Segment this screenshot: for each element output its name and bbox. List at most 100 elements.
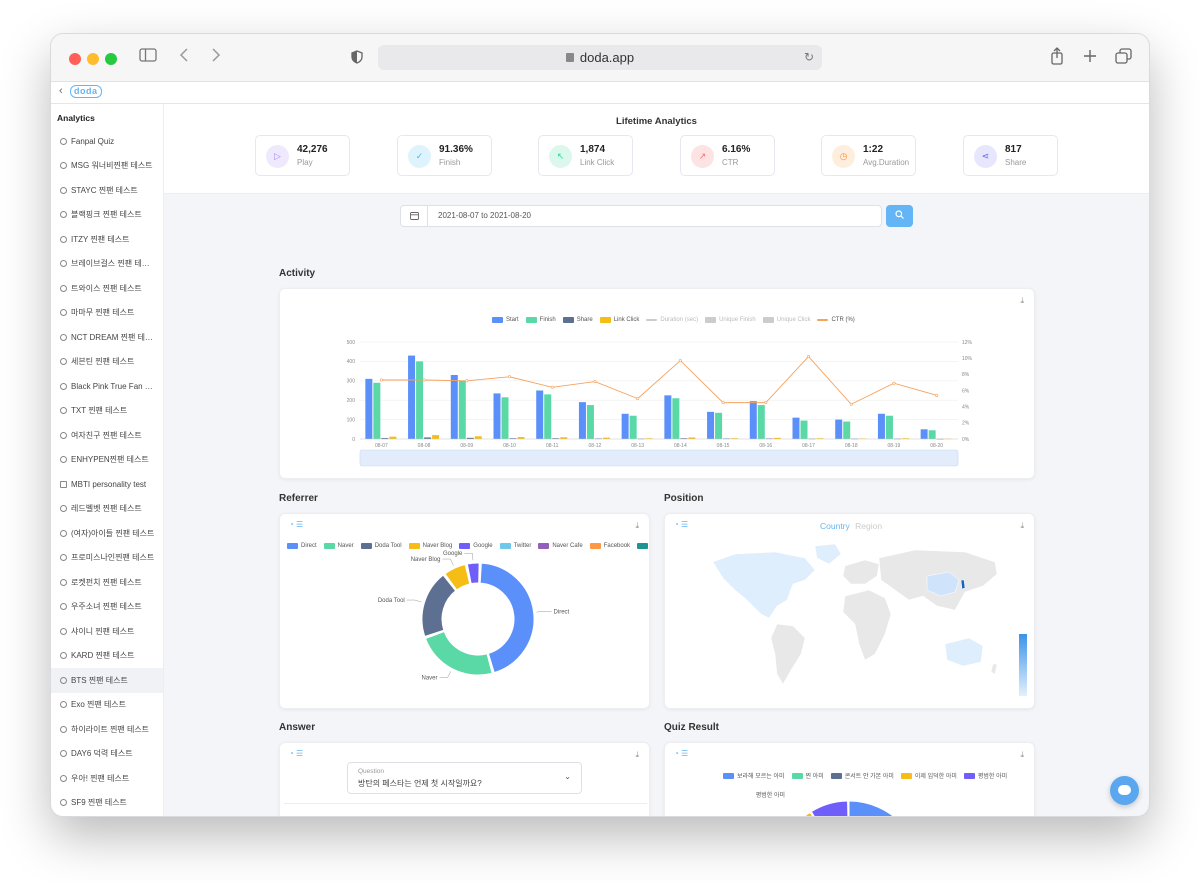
zoom-window-button[interactable] [105,53,117,65]
sidebar-item[interactable]: 샤이니 찐팬 테스트 [51,619,163,644]
date-range-picker[interactable]: 2021-08-07 to 2021-08-20 [400,205,882,227]
ctr-point [764,401,768,405]
sidebar-item[interactable]: NCT DREAM 찐팬 테… [51,325,163,350]
sidebar-item[interactable]: SF9 찐팬 테스트 [51,791,163,816]
sidebar-item[interactable]: KARD 찐팬 테스트 [51,644,163,669]
sidebar-item[interactable]: 프로미스나인찐팬 테스트 [51,546,163,571]
bar [373,382,381,439]
pie-slice [810,800,849,816]
search-button[interactable] [886,205,913,227]
close-window-button[interactable] [69,53,81,65]
bar [749,401,757,439]
sidebar-item[interactable]: 로켓펀치 찐팬 테스트 [51,570,163,595]
bar [493,393,501,439]
check-circle-icon [60,358,67,366]
bar [536,390,544,439]
sidebar-item-label: 세븐틴 찐팬 테스트 [71,357,135,367]
minimize-window-button[interactable] [87,53,99,65]
calendar-icon[interactable] [401,206,428,226]
shield-icon[interactable] [351,50,363,70]
sidebar-item-label: 샤이니 찐팬 테스트 [71,626,135,636]
back-chevron-icon[interactable]: ‹ [59,85,63,97]
share-page-icon[interactable] [1050,47,1064,71]
slice-label: Doda Tool [378,598,405,604]
bar [578,402,586,439]
sidebar-item[interactable]: 마마무 찐팬 테스트 [51,301,163,326]
sidebar-toggle-icon[interactable] [139,48,157,68]
label-line [536,611,552,613]
sidebar-item[interactable]: Black Pink True Fan … [51,374,163,399]
ctr-point [678,359,682,363]
position-card: ◔ ☰ ⤓ Country Region [664,513,1035,709]
check-circle-icon [60,382,67,390]
lifetime-title: Lifetime Analytics [616,116,697,127]
sidebar-item[interactable]: ITZY 찐팬 테스트 [51,227,163,252]
check-circle-icon [60,799,67,807]
sidebar-item-label: NCT DREAM 찐팬 테… [71,332,153,342]
reload-icon[interactable]: ↻ [804,45,814,70]
sidebar-item[interactable]: BTS 찐팬 테스트 [51,668,163,693]
sidebar-item[interactable]: 트와이스 찐팬 테스트 [51,276,163,301]
clock-icon: ◷ [832,145,855,168]
doda-logo[interactable]: doda [70,85,102,98]
ctr-point [550,385,554,389]
sidebar-item[interactable]: STAYC 찐팬 테스트 [51,178,163,203]
y-tick-label: 300 [347,379,356,385]
y2-tick-label: 8% [962,372,970,378]
bar [672,398,680,439]
sidebar-item[interactable]: MBTI personality test [51,472,163,497]
sidebar-item-label: DAY6 덕력 테스트 [71,749,133,759]
stat-card: ◷ 1:22 Avg.Duration [821,135,916,176]
sidebar-item-label: MSG 워너비찐팬 테스트 [71,161,153,171]
check-circle-icon [60,505,67,513]
forward-arrow-icon[interactable] [211,48,221,68]
url-text: doda.app [579,50,635,65]
y2-tick-label: 4% [962,404,970,410]
cursor-icon: ↖ [549,145,572,168]
sidebar-item-label: 레드벨벳 찐팬 테스트 [71,504,142,514]
bar [416,361,424,439]
bar [586,405,594,439]
tab-overview-icon[interactable] [1115,48,1133,70]
sidebar-item[interactable]: MSG 워너비찐팬 테스트 [51,154,163,179]
check-circle-icon [60,529,67,537]
sidebar-item[interactable]: DAY6 덕력 테스트 [51,742,163,767]
new-tab-icon[interactable] [1083,49,1097,69]
stat-value: 42,276 [297,144,328,155]
data-zoom-slider[interactable] [359,449,959,467]
search-icon [895,210,904,219]
sidebar-item[interactable]: 레드벨벳 찐팬 테스트 [51,497,163,522]
lock-icon [565,53,574,62]
sidebar-item[interactable]: 세븐틴 찐팬 테스트 [51,350,163,375]
sidebar-item-label: TXT 찐팬 테스트 [71,406,128,416]
ctr-point [508,375,512,379]
sidebar-item[interactable]: 하이라이트 찐팬 테스트 [51,717,163,742]
sidebar-item[interactable]: 우아! 찐팬 테스트 [51,766,163,791]
x-tick-label: 08-12 [589,443,602,449]
referrer-chart: Direct Naver Doda Tool Naver BlogGoogle [378,551,570,681]
south-america [770,623,806,685]
pie-slice [421,574,457,638]
sidebar-item[interactable]: 여자친구 찐팬 테스트 [51,423,163,448]
sidebar-item[interactable]: ENHYPEN찐팬 테스트 [51,448,163,473]
chat-support-button[interactable] [1110,776,1139,805]
bar [920,429,928,439]
stat-label: CTR [722,158,739,167]
sidebar-item[interactable]: TXT 찐팬 테스트 [51,399,163,424]
sidebar-item-label: Exo 찐팬 테스트 [71,700,127,710]
sidebar-item[interactable]: Exo 찐팬 테스트 [51,693,163,718]
x-tick-label: 08-20 [930,443,943,449]
date-range-text[interactable]: 2021-08-07 to 2021-08-20 [438,211,531,220]
check-circle-icon [60,456,67,464]
sidebar-item[interactable]: Fanpal Quiz [51,129,163,154]
sidebar-item[interactable]: 우주소녀 찐팬 테스트 [51,595,163,620]
sidebar-item-label: Black Pink True Fan … [71,381,153,391]
sidebar-item[interactable]: 브레이브걸스 찐팬 테… [51,252,163,277]
bar [544,394,552,439]
sidebar-item-label: 블랙핑크 찐팬 테스트 [71,210,142,220]
check-circle-icon [60,725,67,733]
sidebar-item[interactable]: (여자)아이들 찐팬 테스트 [51,521,163,546]
sidebar-item[interactable]: 블랙핑크 찐팬 테스트 [51,203,163,228]
back-arrow-icon[interactable] [179,48,189,68]
address-bar[interactable]: doda.app ↻ [378,45,822,70]
